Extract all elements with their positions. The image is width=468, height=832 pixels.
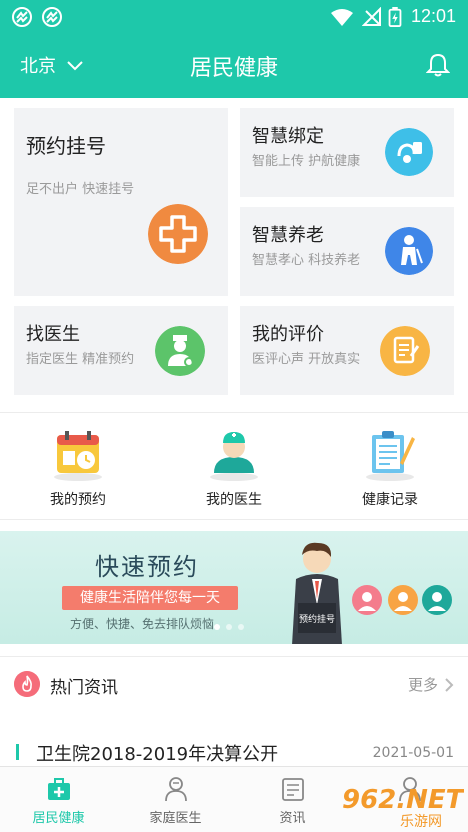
service-grid: 预约挂号 足不出户 快速挂号 智慧绑定 智能上传 护航健康 智慧养老 智慧孝心 … <box>0 98 468 410</box>
service-subtitle: 智慧孝心 科技养老 <box>252 253 361 268</box>
fire-icon <box>14 671 40 697</box>
city-label: 北京 <box>20 56 56 77</box>
service-title: 找医生 <box>26 324 80 345</box>
pagination-dot[interactable] <box>226 624 232 630</box>
section-title: 热门资讯 <box>50 678 118 698</box>
service-subtitle: 指定医生 精准预约 <box>26 352 135 367</box>
watermark-text: 962.NET <box>342 785 464 815</box>
quick-link-my-doctor[interactable]: 我的医生 <box>156 413 312 521</box>
quick-links: 我的预约 我的医生 健康记录 <box>0 412 468 520</box>
quick-link-label: 我的预约 <box>50 492 106 508</box>
banner-subtitle: 方便、快捷、免去排队烦恼 <box>70 617 215 631</box>
quick-link-health-record[interactable]: 健康记录 <box>312 413 468 521</box>
tab-label: 居民健康 <box>32 811 85 826</box>
city-selector[interactable]: 北京 <box>20 52 84 78</box>
watermark-logo: 962.NET 乐游网 <box>342 785 464 830</box>
service-title: 我的评价 <box>252 324 324 345</box>
news-item[interactable]: 卫生院2018-2019年决算公开 2021-05-01 <box>0 732 468 766</box>
chevron-down-icon <box>67 61 83 71</box>
app-header-background: 12:01 北京 居民健康 <box>0 0 468 98</box>
service-title: 预约挂号 <box>26 134 106 158</box>
clipboard-icon <box>366 431 415 481</box>
tab-news[interactable]: 资讯 <box>234 767 351 832</box>
service-title: 智慧养老 <box>252 225 324 246</box>
news-marker <box>16 744 19 760</box>
news-icon <box>281 778 304 801</box>
banner-ribbon: 健康生活陪伴您每一天 <box>62 586 238 610</box>
status-bar: 12:01 <box>0 0 468 36</box>
avatar-icon <box>388 585 418 615</box>
notification-icon <box>12 7 32 27</box>
pagination-dot[interactable] <box>214 624 220 630</box>
service-card-my-review[interactable]: 我的评价 医评心声 开放真实 <box>240 306 454 395</box>
app-header: 北京 居民健康 <box>0 36 468 98</box>
more-link[interactable]: 更多 <box>408 674 454 695</box>
tab-family-doctor[interactable]: 家庭医生 <box>117 767 234 832</box>
quick-link-my-appointment[interactable]: 我的预约 <box>0 413 156 521</box>
banner-pagination <box>214 624 244 630</box>
avatar-icon <box>422 585 452 615</box>
notification-icon <box>42 7 62 27</box>
service-title: 智慧绑定 <box>252 126 324 147</box>
hospital-cross-icon <box>148 204 208 264</box>
more-label: 更多 <box>407 676 438 694</box>
elderly-icon <box>385 227 433 275</box>
service-card-elderly-care[interactable]: 智慧养老 智慧孝心 科技养老 <box>240 207 454 296</box>
service-subtitle: 医评心声 开放真实 <box>252 352 361 367</box>
hot-news-header: 热门资讯 更多 <box>0 656 468 712</box>
bell-icon[interactable] <box>426 52 450 78</box>
banner-sign-text: 预约挂号 <box>299 613 335 625</box>
pagination-dot[interactable] <box>238 624 244 630</box>
quick-link-label: 我的医生 <box>206 492 262 508</box>
medical-kit-icon <box>47 778 70 800</box>
battery-icon <box>388 7 402 27</box>
service-subtitle: 足不出户 快速挂号 <box>26 182 135 197</box>
watermark-subtext: 乐游网 <box>400 814 442 830</box>
news-date: 2021-05-01 <box>372 745 454 761</box>
tab-label: 家庭医生 <box>149 811 202 826</box>
status-time: 12:01 <box>410 6 456 26</box>
businessman-illustration: 预约挂号 <box>292 542 342 644</box>
service-card-appointment[interactable]: 预约挂号 足不出户 快速挂号 <box>14 108 228 296</box>
service-subtitle: 智能上传 护航健康 <box>252 154 361 169</box>
avatar-icon <box>352 585 382 615</box>
smart-binding-icon <box>385 128 433 176</box>
nurse-icon <box>210 432 258 481</box>
wifi-icon <box>331 9 353 26</box>
tab-label: 资讯 <box>279 811 306 826</box>
quick-link-label: 健康记录 <box>362 492 418 508</box>
family-doctor-icon <box>164 777 187 802</box>
review-icon <box>380 326 430 376</box>
calendar-icon <box>54 431 102 481</box>
banner-title: 快速预约 <box>95 553 199 581</box>
service-card-find-doctor[interactable]: 找医生 指定医生 精准预约 <box>14 306 228 395</box>
doctor-icon <box>155 326 205 376</box>
chevron-right-icon <box>445 677 454 692</box>
news-title: 卫生院2018-2019年决算公开 <box>36 744 279 765</box>
no-signal-icon <box>362 7 381 26</box>
tab-resident-health[interactable]: 居民健康 <box>0 767 117 832</box>
service-card-smart-binding[interactable]: 智慧绑定 智能上传 护航健康 <box>240 108 454 197</box>
